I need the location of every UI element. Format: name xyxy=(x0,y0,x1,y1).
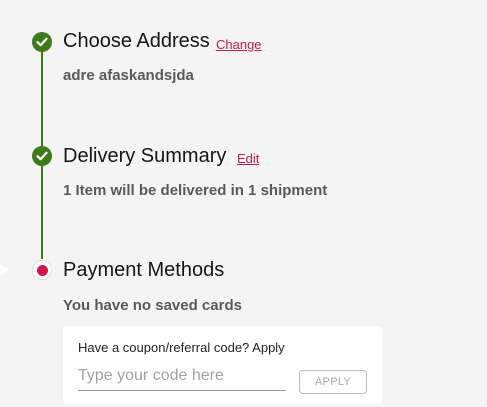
check-circle-icon xyxy=(32,32,52,52)
check-circle-icon xyxy=(32,146,52,166)
delivery-detail: 1 Item will be delivered in 1 shipment xyxy=(63,182,328,199)
apply-coupon-button[interactable]: APPLY xyxy=(299,370,367,394)
coupon-code-input[interactable] xyxy=(78,362,286,391)
active-step-dot-icon xyxy=(32,260,52,280)
coupon-label: Have a coupon/referral code? Apply xyxy=(78,340,285,355)
step-title-payment-methods: Payment Methods xyxy=(63,259,225,281)
edit-delivery-link[interactable]: Edit xyxy=(237,151,259,166)
saved-cards-status: You have no saved cards xyxy=(63,297,242,314)
coupon-card: Have a coupon/referral code? Apply APPLY xyxy=(63,326,382,404)
active-step-pointer-icon xyxy=(0,264,9,276)
address-detail: adre afaskandsjda xyxy=(63,67,194,84)
change-address-link[interactable]: Change xyxy=(216,37,262,52)
step-title-choose-address: Choose Address xyxy=(63,30,210,52)
step-title-delivery-summary: Delivery Summary xyxy=(63,145,227,167)
